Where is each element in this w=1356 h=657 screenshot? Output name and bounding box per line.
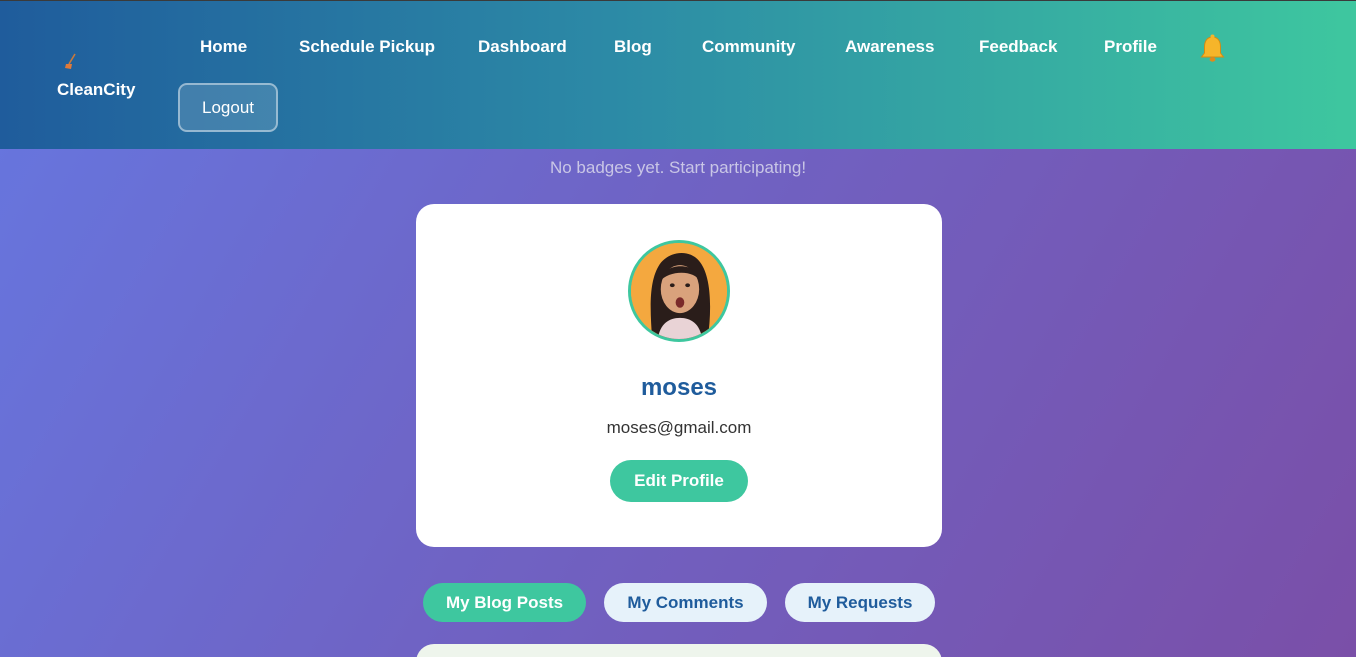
tab-my-blog-posts[interactable]: My Blog Posts xyxy=(423,583,586,622)
bell-icon[interactable] xyxy=(1199,34,1226,63)
broom-icon xyxy=(65,53,76,69)
navbar: CleanCity Home Schedule Pickup Dashboard… xyxy=(0,0,1356,149)
avatar-image xyxy=(631,243,727,339)
nav-dashboard[interactable]: Dashboard xyxy=(478,37,567,57)
brand-name: CleanCity xyxy=(57,80,136,99)
nav-awareness[interactable]: Awareness xyxy=(845,37,934,57)
logout-button[interactable]: Logout xyxy=(178,83,278,132)
profile-card: moses moses@gmail.com Edit Profile xyxy=(416,204,942,547)
avatar xyxy=(628,240,730,342)
tab-content-card xyxy=(416,644,942,657)
nav-community[interactable]: Community xyxy=(702,37,796,57)
profile-username: moses xyxy=(640,374,718,401)
nav-blog[interactable]: Blog xyxy=(614,37,652,57)
edit-profile-button[interactable]: Edit Profile xyxy=(610,460,748,502)
nav-home[interactable]: Home xyxy=(200,37,247,57)
tab-my-comments[interactable]: My Comments xyxy=(604,583,767,622)
badges-empty-message: No badges yet. Start participating! xyxy=(549,158,807,177)
nav-feedback[interactable]: Feedback xyxy=(979,37,1057,57)
nav-schedule-pickup[interactable]: Schedule Pickup xyxy=(299,37,435,57)
profile-email: moses@gmail.com xyxy=(606,418,752,437)
tab-my-requests[interactable]: My Requests xyxy=(785,583,935,622)
nav-profile[interactable]: Profile xyxy=(1104,37,1157,57)
